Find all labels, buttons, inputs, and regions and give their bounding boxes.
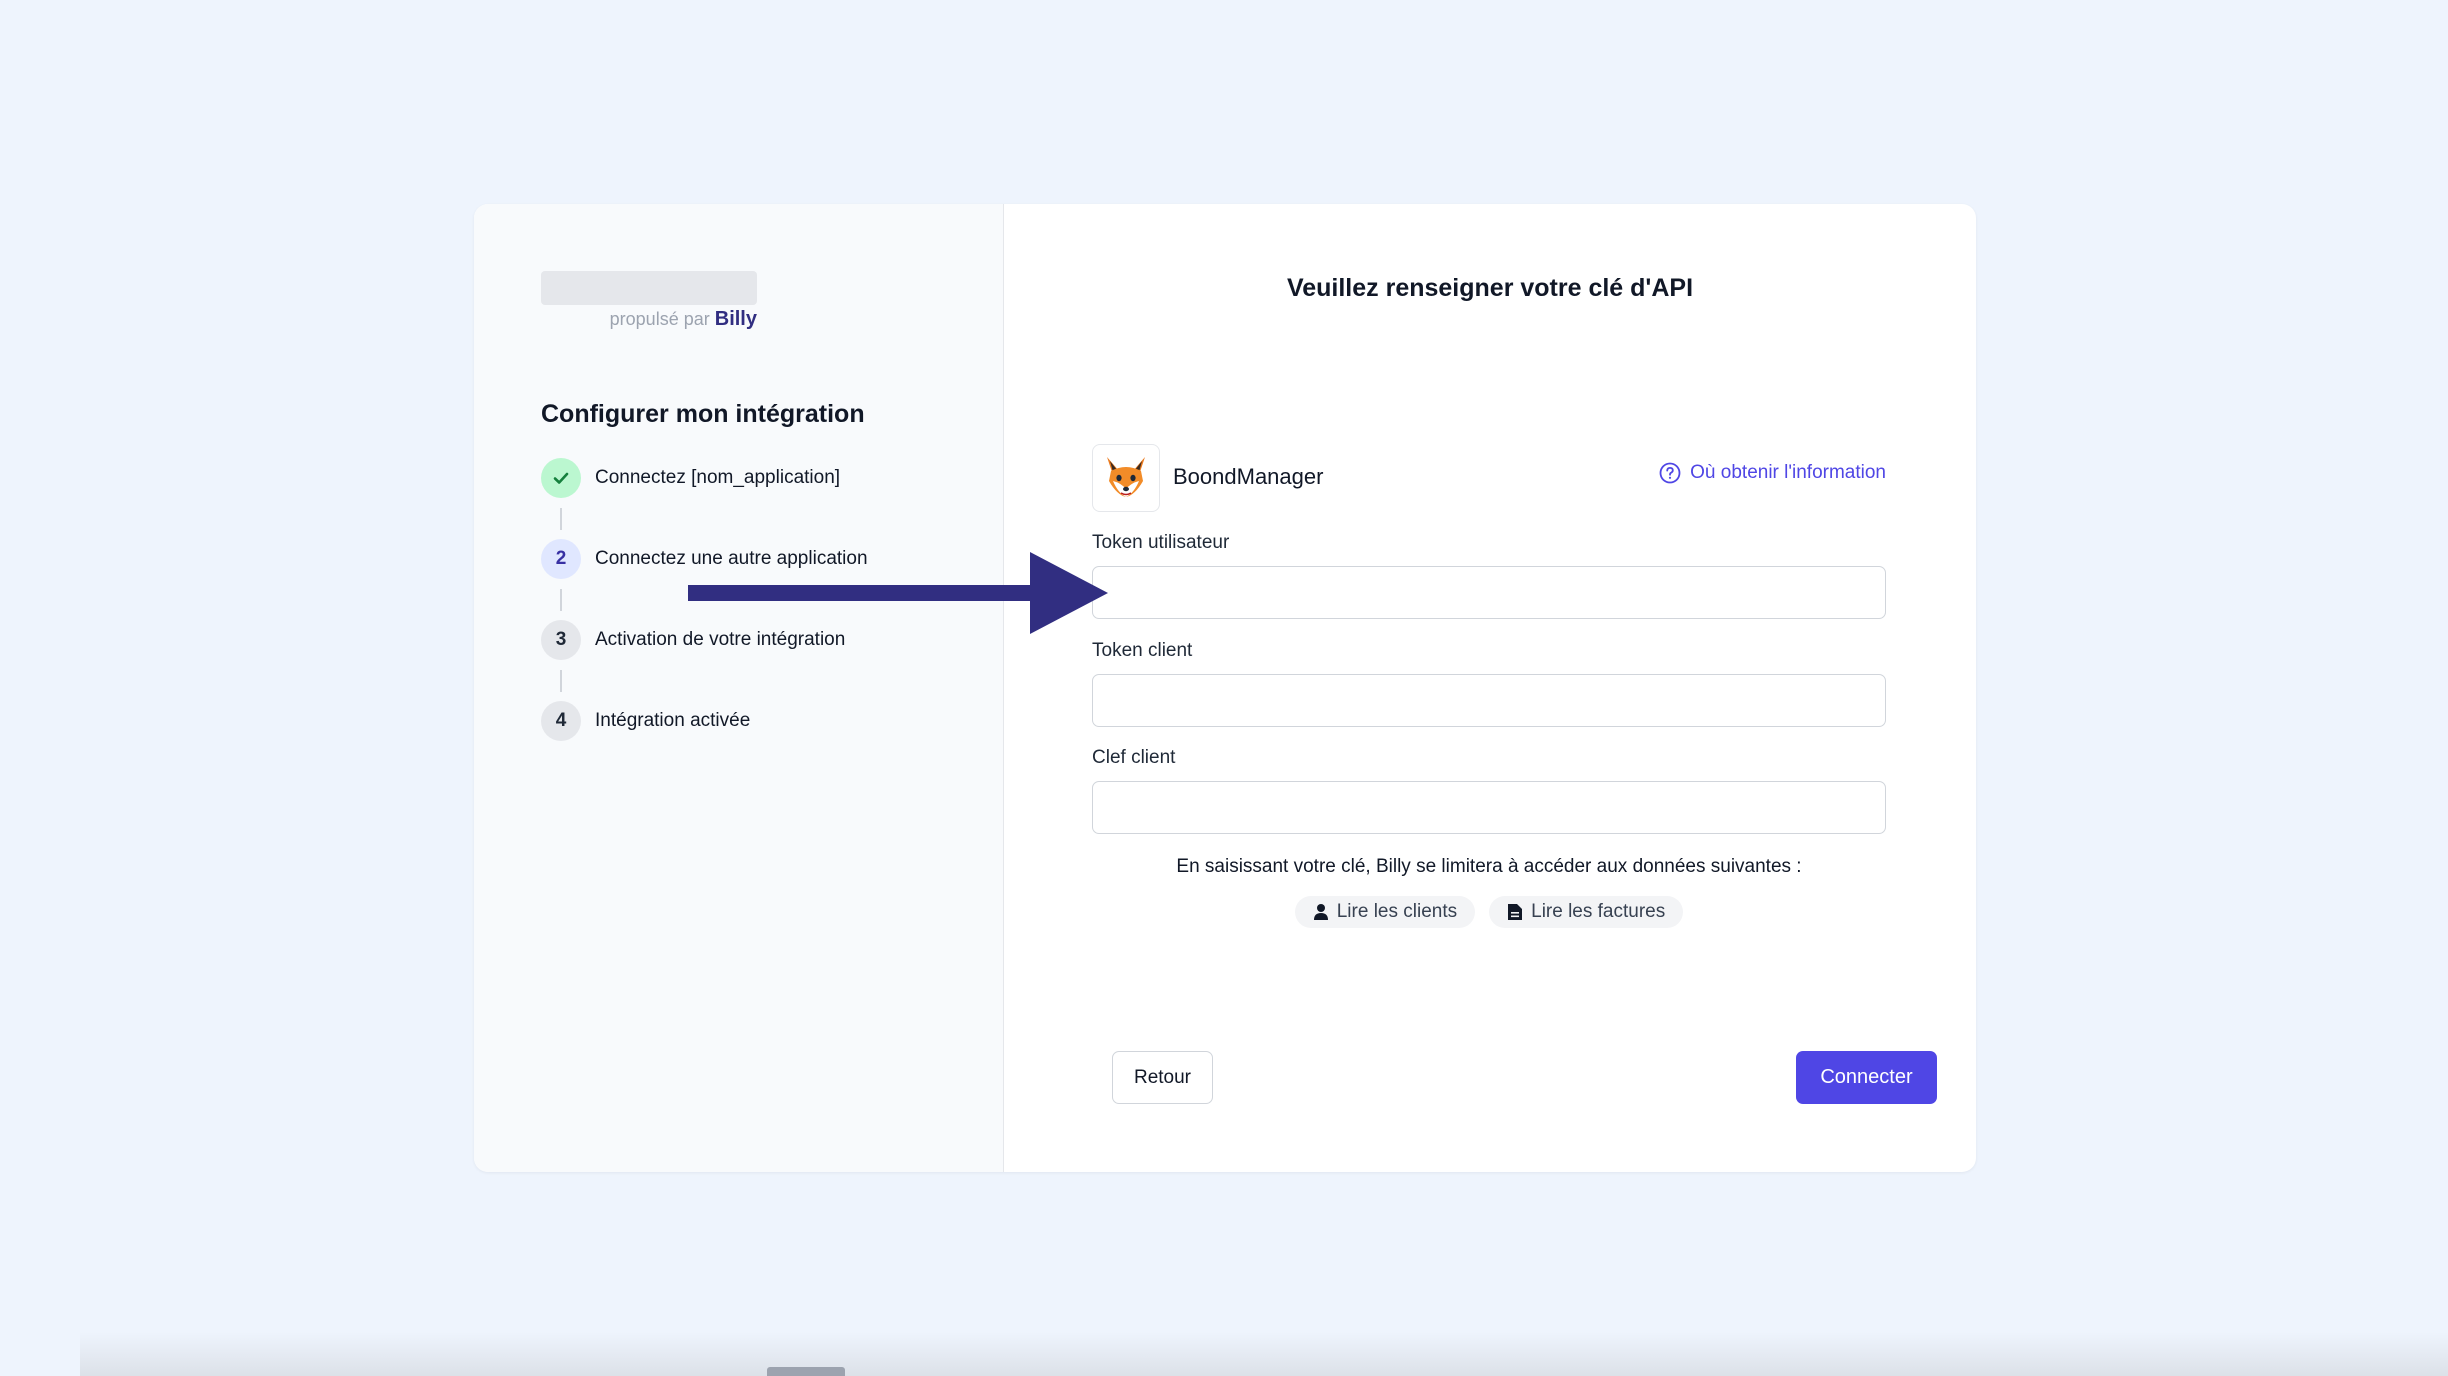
step-4-badge: 4 [541,701,581,741]
powered-by: propulsé par Billy [541,308,757,331]
fox-logo-icon [1107,457,1145,497]
token-client-label: Token client [1092,640,1193,661]
permission-read-invoices: Lire les factures [1489,896,1684,928]
clef-client-label: Clef client [1092,747,1176,768]
app-header: BoondManager Où obtenir l'information [1092,444,1886,512]
app-logo [1092,444,1160,512]
help-link[interactable]: Où obtenir l'information [1659,462,1886,484]
powered-prefix: propulsé par [609,309,710,329]
permission-read-clients: Lire les clients [1294,896,1476,928]
step-connector [560,508,562,530]
step-3-badge: 3 [541,620,581,660]
page-title: Veuillez renseigner votre clé d'API [1286,274,1694,302]
step-1-badge [541,458,581,498]
step-2-badge: 2 [541,539,581,579]
sidebar-title: Configurer mon intégration [541,400,865,428]
step-4-label: Intégration activée [595,710,751,731]
step-connector [560,670,562,692]
app-name: BoondManager [1173,464,1324,489]
token-client-input[interactable] [1092,674,1886,727]
permissions-list: Lire les clients Lire les factures [1092,896,1886,928]
back-button[interactable]: Retour [1112,1051,1213,1104]
document-icon [1508,904,1523,920]
clef-client-input[interactable] [1092,781,1886,834]
scroll-handle[interactable] [767,1367,845,1376]
permission-label: Lire les clients [1336,901,1458,922]
token-utilisateur-label: Token utilisateur [1092,532,1230,553]
question-circle-icon [1659,462,1681,484]
integration-card: propulsé par Billy Configurer mon intégr… [474,204,1976,1172]
billy-brand: Billy [714,308,757,330]
check-icon [553,472,569,484]
logo-placeholder [541,271,757,305]
arrow-annotation-icon [688,552,1108,634]
help-link-label: Où obtenir l'information [1690,462,1886,483]
permissions-notice: En saisissant votre clé, Billy se limite… [1176,856,1802,877]
step-1-label: Connectez [nom_application] [595,467,841,488]
step-connector [560,589,562,611]
main-panel: Veuillez renseigner votre clé d'API Boon… [1004,204,1976,1172]
sidebar: propulsé par Billy Configurer mon intégr… [474,204,1004,1172]
connect-button[interactable]: Connecter [1796,1051,1937,1104]
bottom-shadow [80,1332,2448,1376]
token-utilisateur-input[interactable] [1092,566,1886,619]
permission-label: Lire les factures [1531,901,1666,922]
user-icon [1313,904,1328,920]
